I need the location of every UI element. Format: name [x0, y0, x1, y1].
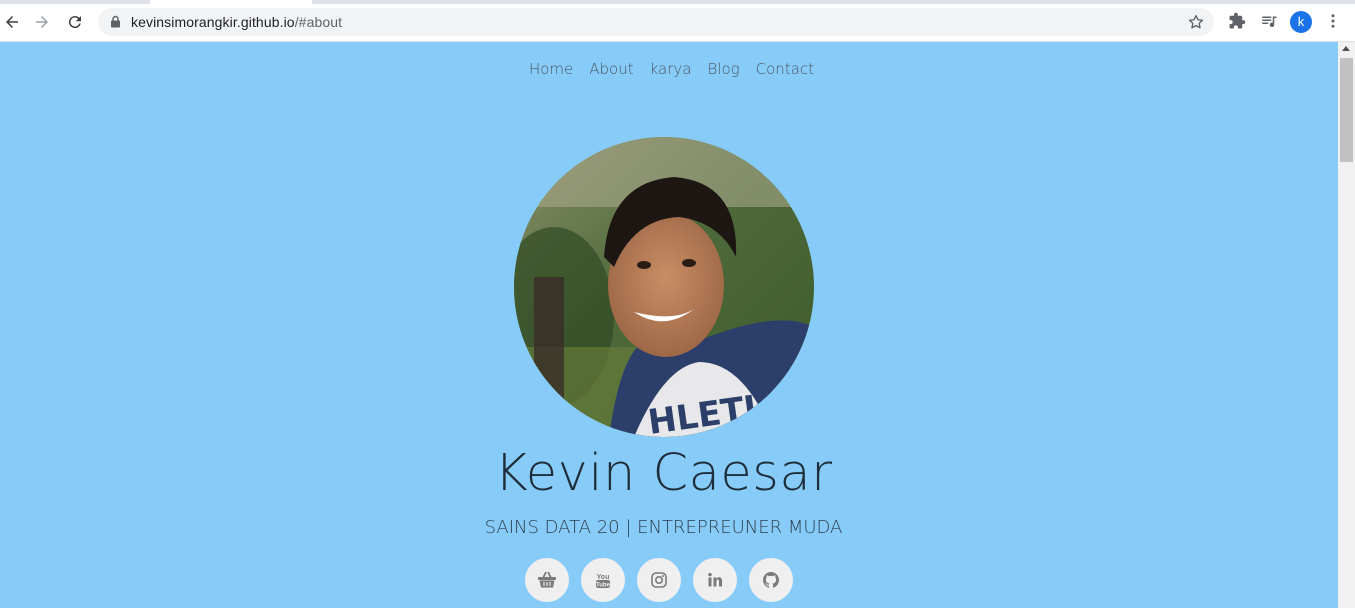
- nav-karya-link[interactable]: karya: [650, 60, 692, 78]
- social-links: You Tube: [525, 558, 793, 602]
- youtube-link-button[interactable]: You Tube: [581, 558, 625, 602]
- svg-text:Tube: Tube: [596, 583, 611, 589]
- bookmark-star-icon[interactable]: [1187, 13, 1205, 31]
- scroll-up-arrow-icon[interactable]: [1342, 46, 1350, 51]
- page-viewport: Home About karya Blog Contact HLETIC Kev…: [0, 42, 1338, 608]
- back-button[interactable]: [1, 11, 23, 33]
- scrollbar-thumb[interactable]: [1340, 58, 1353, 162]
- github-link-button[interactable]: [749, 558, 793, 602]
- nav-about-link[interactable]: About: [589, 60, 633, 78]
- github-icon: [763, 572, 779, 588]
- puzzle-icon: [1229, 12, 1246, 29]
- nav-blog-link[interactable]: Blog: [707, 60, 739, 78]
- tab-strip: [0, 0, 1355, 4]
- shop-link-button[interactable]: [525, 558, 569, 602]
- url-path: /#about: [294, 14, 343, 30]
- forward-button[interactable]: [31, 11, 53, 33]
- site-navigation: Home About karya Blog Contact: [0, 60, 1338, 78]
- linkedin-icon: [708, 572, 722, 587]
- svg-text:You: You: [597, 574, 610, 581]
- nav-home-link[interactable]: Home: [529, 60, 573, 78]
- media-control-button[interactable]: [1259, 11, 1279, 31]
- url-host: kevinsimorangkir.github.io: [131, 14, 295, 30]
- browser-menu-button[interactable]: [1323, 11, 1343, 31]
- shopping-basket-icon: [538, 571, 556, 588]
- browser-toolbar: kevinsimorangkir.github.io/#about k: [0, 0, 1355, 42]
- forward-arrow-icon: [36, 16, 48, 28]
- playlist-music-icon: [1262, 16, 1277, 28]
- back-arrow-icon: [6, 16, 18, 28]
- active-tab[interactable]: [150, 0, 312, 4]
- linkedin-link-button[interactable]: [693, 558, 737, 602]
- profile-subtitle: SAINS DATA 20 | ENTREPREUNER MUDA: [484, 517, 843, 538]
- youtube-icon: You Tube: [596, 574, 611, 589]
- profile-avatar[interactable]: k: [1290, 11, 1312, 33]
- vertical-scrollbar[interactable]: [1338, 42, 1355, 608]
- address-bar[interactable]: kevinsimorangkir.github.io/#about: [98, 8, 1214, 36]
- url-text: kevinsimorangkir.github.io/#about: [131, 14, 342, 30]
- reload-icon: [68, 16, 81, 29]
- profile-photo-image: HLETIC: [514, 137, 814, 437]
- nav-contact-link[interactable]: Contact: [756, 60, 814, 78]
- extensions-button[interactable]: [1227, 11, 1247, 31]
- lock-icon: [111, 15, 120, 28]
- profile-photo: HLETIC: [514, 137, 814, 437]
- instagram-link-button[interactable]: [637, 558, 681, 602]
- instagram-icon: [651, 572, 667, 588]
- kebab-menu-icon: [1331, 14, 1335, 28]
- reload-button[interactable]: [64, 11, 86, 33]
- profile-name: Kevin Caesar: [494, 444, 833, 503]
